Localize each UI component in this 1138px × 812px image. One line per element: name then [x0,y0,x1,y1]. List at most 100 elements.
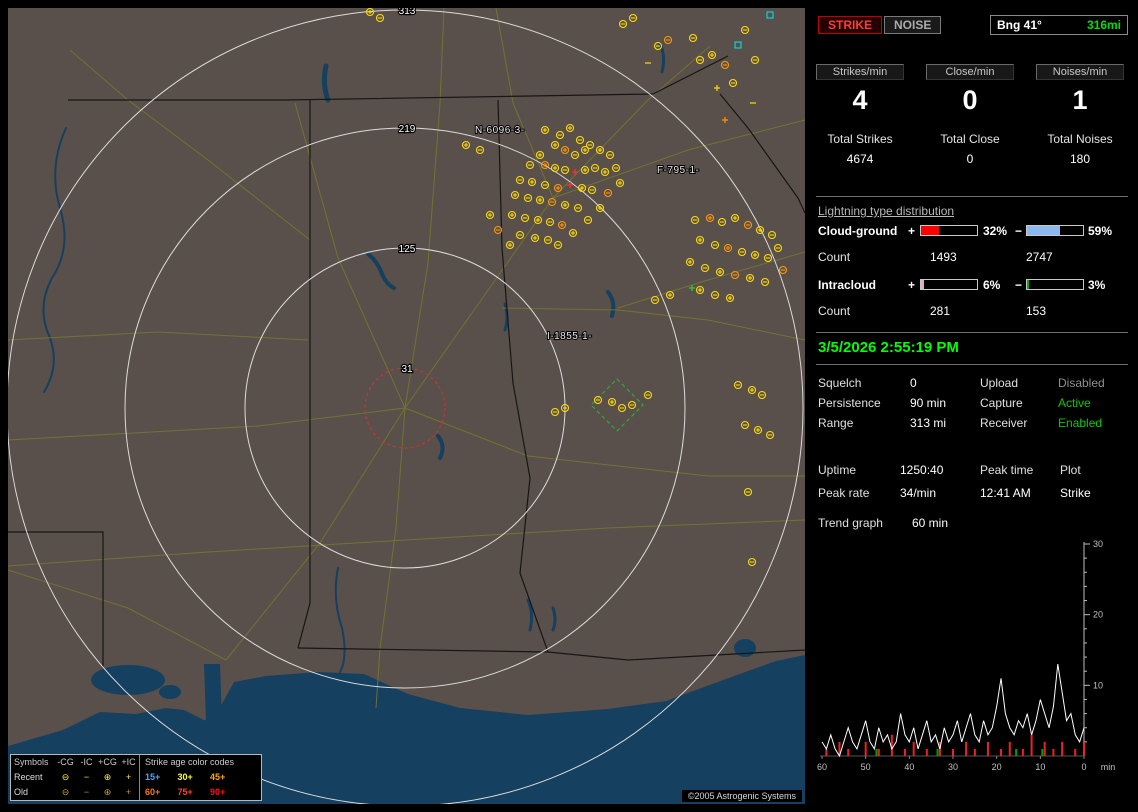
lightning-map-area[interactable]: 31 125 219 313 N-6096-3- F-795-1- I-1855-1- Sy… [8,8,805,804]
divider [816,332,1128,333]
capture-label: Capture [980,396,1023,410]
close-per-min-button[interactable]: Close/min [926,64,1014,80]
minus-sign: − [1015,278,1023,292]
cg-plus-old-icon: ⊕ [103,787,112,797]
ic-count-label: Count [818,304,851,318]
plus-sign: + [908,224,916,238]
svg-text:20: 20 [1093,610,1103,620]
age-90: 90+ [210,787,226,797]
ic-plus-gauge [920,279,978,290]
total-close-value: 0 [966,152,974,166]
status-panel: STRIKE NOISE Bng 41° 316mi Strikes/min 4… [812,8,1134,804]
ic-plus-pct: 6% [983,278,1001,292]
peak-rate-label: Peak rate [818,486,870,500]
plus-sign: + [908,278,916,292]
cg-plus-count: 1493 [930,250,957,264]
datetime-display: 3/5/2026 2:55:19 PM [818,339,959,356]
age-15: 15+ [145,772,161,782]
bearing-range-value: 316mi [1086,18,1121,32]
legend-col-neg-cg: -CG [57,757,74,767]
age-45: 45+ [210,772,226,782]
noises-per-min-button[interactable]: Noises/min [1036,64,1124,80]
persistence-label: Persistence [818,396,881,410]
lightning-map[interactable]: 31 125 219 313 N-6096-3- F-795-1- I-1855-1- [8,8,805,804]
receiver-label: Receiver [980,416,1028,430]
svg-text:20: 20 [992,762,1002,772]
cloud-ground-row: Cloud-ground + 32% − 59% [818,224,1130,238]
svg-text:min: min [1101,762,1116,772]
peak-time-value: 12:41 AM [980,486,1031,500]
svg-text:125: 125 [399,244,416,255]
svg-text:10: 10 [1093,680,1103,690]
strike-mode-button[interactable]: STRIKE [818,16,883,34]
cg-plus-icon: ⊕ [103,772,112,782]
svg-text:60: 60 [817,762,827,772]
ic-minus-old-icon: − [83,787,90,797]
total-close-label: Total Close [940,132,1000,146]
legend-symbols-label: Symbols [14,757,49,767]
svg-text:50: 50 [861,762,871,772]
age-60: 60+ [145,787,161,797]
ic-minus-count: 153 [1026,304,1047,318]
noise-mode-button[interactable]: NOISE [884,16,942,34]
cg-minus-icon: ⊖ [61,772,70,782]
plot-mode-value: Strike [1060,486,1091,500]
age-75: 75+ [177,787,193,797]
age-30: 30+ [177,772,193,782]
legend-col-pos-cg: +CG [98,757,117,767]
legend-col-pos-ic: +IC [121,757,136,767]
svg-text:I-1855-1-: I-1855-1- [547,331,592,342]
svg-text:F-795-1-: F-795-1- [657,165,699,176]
distribution-title: Lightning type distribution [818,204,955,218]
intracloud-row: Intracloud + 6% − 3% [818,278,1130,292]
map-legend: Symbols -CG -IC +CG +IC Strike age color… [10,754,262,801]
svg-text:40: 40 [904,762,914,772]
divider [816,364,1128,365]
minus-sign: − [1015,224,1023,238]
strikes-per-min-button[interactable]: Strikes/min [816,64,904,80]
svg-text:313: 313 [399,8,416,17]
cg-minus-count: 2747 [1026,250,1053,264]
bearing-readout: Bng 41° 316mi [990,15,1128,35]
squelch-label: Squelch [818,376,862,390]
cg-minus-old-icon: ⊖ [61,787,70,797]
svg-text:N-6096-3-: N-6096-3- [475,125,525,136]
svg-text:30: 30 [948,762,958,772]
cg-minus-gauge [1026,225,1084,236]
range-label: Range [818,416,854,430]
range-value: 313 mi [910,416,947,430]
ic-minus-icon: − [83,772,90,782]
svg-text:10: 10 [1035,762,1045,772]
cg-count-label: Count [818,250,851,264]
legend-old-label: Old [14,787,29,797]
total-noises-value: 180 [1069,152,1091,166]
total-strikes-value: 4674 [846,152,874,166]
trend-window-value: 60 min [912,516,949,530]
ic-plus-icon: + [125,772,132,782]
persistence-value: 90 min [910,396,947,410]
intracloud-label: Intracloud [818,278,877,292]
svg-text:0: 0 [1081,762,1086,772]
cloud-ground-count-row: Count 1493 2747 [818,250,1130,264]
legend-ages-recent: 15+ 30+ 45+ [139,770,261,785]
uptime-label: Uptime [818,463,857,477]
plot-label: Plot [1060,463,1081,477]
noises-per-min-value: 1 [1072,85,1088,115]
ic-plus-old-icon: + [125,787,132,797]
total-noises-label: Total Noises [1047,132,1113,146]
intracloud-count-row: Count 281 153 [818,304,1130,318]
cg-plus-gauge [920,225,978,236]
svg-text:31: 31 [401,364,413,375]
bearing-value: Bng 41° [997,18,1042,32]
peak-rate-value: 34/min [900,486,937,500]
cg-minus-pct: 59% [1088,224,1113,238]
peak-time-label: Peak time [980,463,1034,477]
upload-label: Upload [980,376,1019,390]
total-strikes-label: Total Strikes [827,132,893,146]
legend-ages-old: 60+ 75+ 90+ [139,785,261,800]
copyright-label: ©2005 Astrogenic Systems [681,790,802,802]
upload-status: Disabled [1058,376,1105,390]
squelch-value: 0 [910,376,917,390]
trend-graph: 10 20 30 60 50 40 30 20 10 0 min [816,538,1130,774]
ic-minus-pct: 3% [1088,278,1106,292]
